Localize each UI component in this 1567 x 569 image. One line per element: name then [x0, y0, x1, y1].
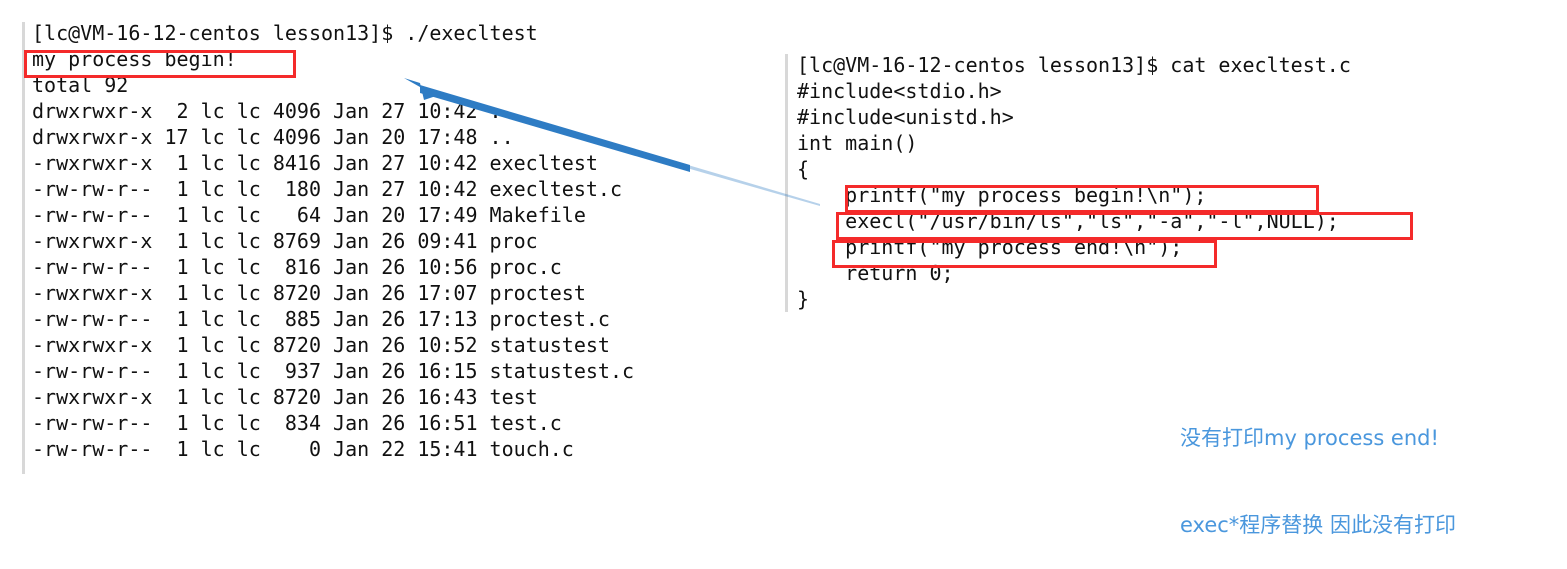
source-code-line: #include<unistd.h> [797, 105, 1014, 129]
terminal-program-output: my process begin! [32, 47, 237, 71]
file-listing-row: -rwxrwxr-x 1 lc lc 8416 Jan 27 10:42 exe… [32, 151, 598, 175]
file-listing-row: -rw-rw-r-- 1 lc lc 180 Jan 27 10:42 exec… [32, 177, 623, 201]
file-listing-row: -rw-rw-r-- 1 lc lc 937 Jan 26 16:15 stat… [32, 359, 635, 383]
source-code-line: #include<stdio.h> [797, 79, 1002, 103]
annotation-note-line-1: 没有打印my process end! [1180, 426, 1439, 450]
file-listing-row: drwxrwxr-x 17 lc lc 4096 Jan 20 17:48 .. [32, 125, 514, 149]
source-code-line: return 0; [797, 261, 954, 285]
file-listing-row: -rw-rw-r-- 1 lc lc 816 Jan 26 10:56 proc… [32, 255, 562, 279]
file-listing-row: -rw-rw-r-- 1 lc lc 834 Jan 26 16:51 test… [32, 411, 562, 435]
source-prompt-line: [lc@VM-16-12-centos lesson13]$ cat execl… [797, 53, 1351, 77]
file-listing-row: -rw-rw-r-- 1 lc lc 885 Jan 26 17:13 proc… [32, 307, 610, 331]
file-listing-row: -rw-rw-r-- 1 lc lc 64 Jan 20 17:49 Makef… [32, 203, 586, 227]
source-code-line: } [797, 287, 810, 311]
file-listing-row: -rwxrwxr-x 1 lc lc 8720 Jan 26 16:43 tes… [32, 385, 538, 409]
file-listing-row: -rw-rw-r-- 1 lc lc 0 Jan 22 15:41 touch.… [32, 437, 574, 461]
source-code-line-printf-begin: printf("my process begin!\n"); [797, 183, 1207, 207]
source-code-line-execl: execl("/usr/bin/ls","ls","-a","-l",NULL)… [797, 209, 1339, 233]
annotation-note-line-2: exec*程序替换 因此没有打印 [1180, 513, 1456, 537]
source-code-line-printf-end: printf("my process end!\n"); [797, 235, 1183, 259]
source-code-line: { [797, 157, 810, 181]
file-listing-row: -rwxrwxr-x 1 lc lc 8720 Jan 26 10:52 sta… [32, 333, 610, 357]
annotation-note: 没有打印my process end! exec*程序替换 因此没有打印 [1180, 366, 1456, 569]
file-listing-row: -rwxrwxr-x 1 lc lc 8769 Jan 26 09:41 pro… [32, 229, 538, 253]
file-listing-row: drwxrwxr-x 2 lc lc 4096 Jan 27 10:42 . [32, 99, 502, 123]
terminal-total-line: total 92 [32, 73, 129, 97]
source-code-pane: [lc@VM-16-12-centos lesson13]$ cat execl… [785, 52, 1485, 312]
source-code-line: int main() [797, 131, 918, 155]
terminal-prompt-line: [lc@VM-16-12-centos lesson13]$ ./execlte… [32, 21, 538, 45]
terminal-output-pane: [lc@VM-16-12-centos lesson13]$ ./execlte… [22, 20, 742, 462]
file-listing-row: -rwxrwxr-x 1 lc lc 8720 Jan 26 17:07 pro… [32, 281, 586, 305]
